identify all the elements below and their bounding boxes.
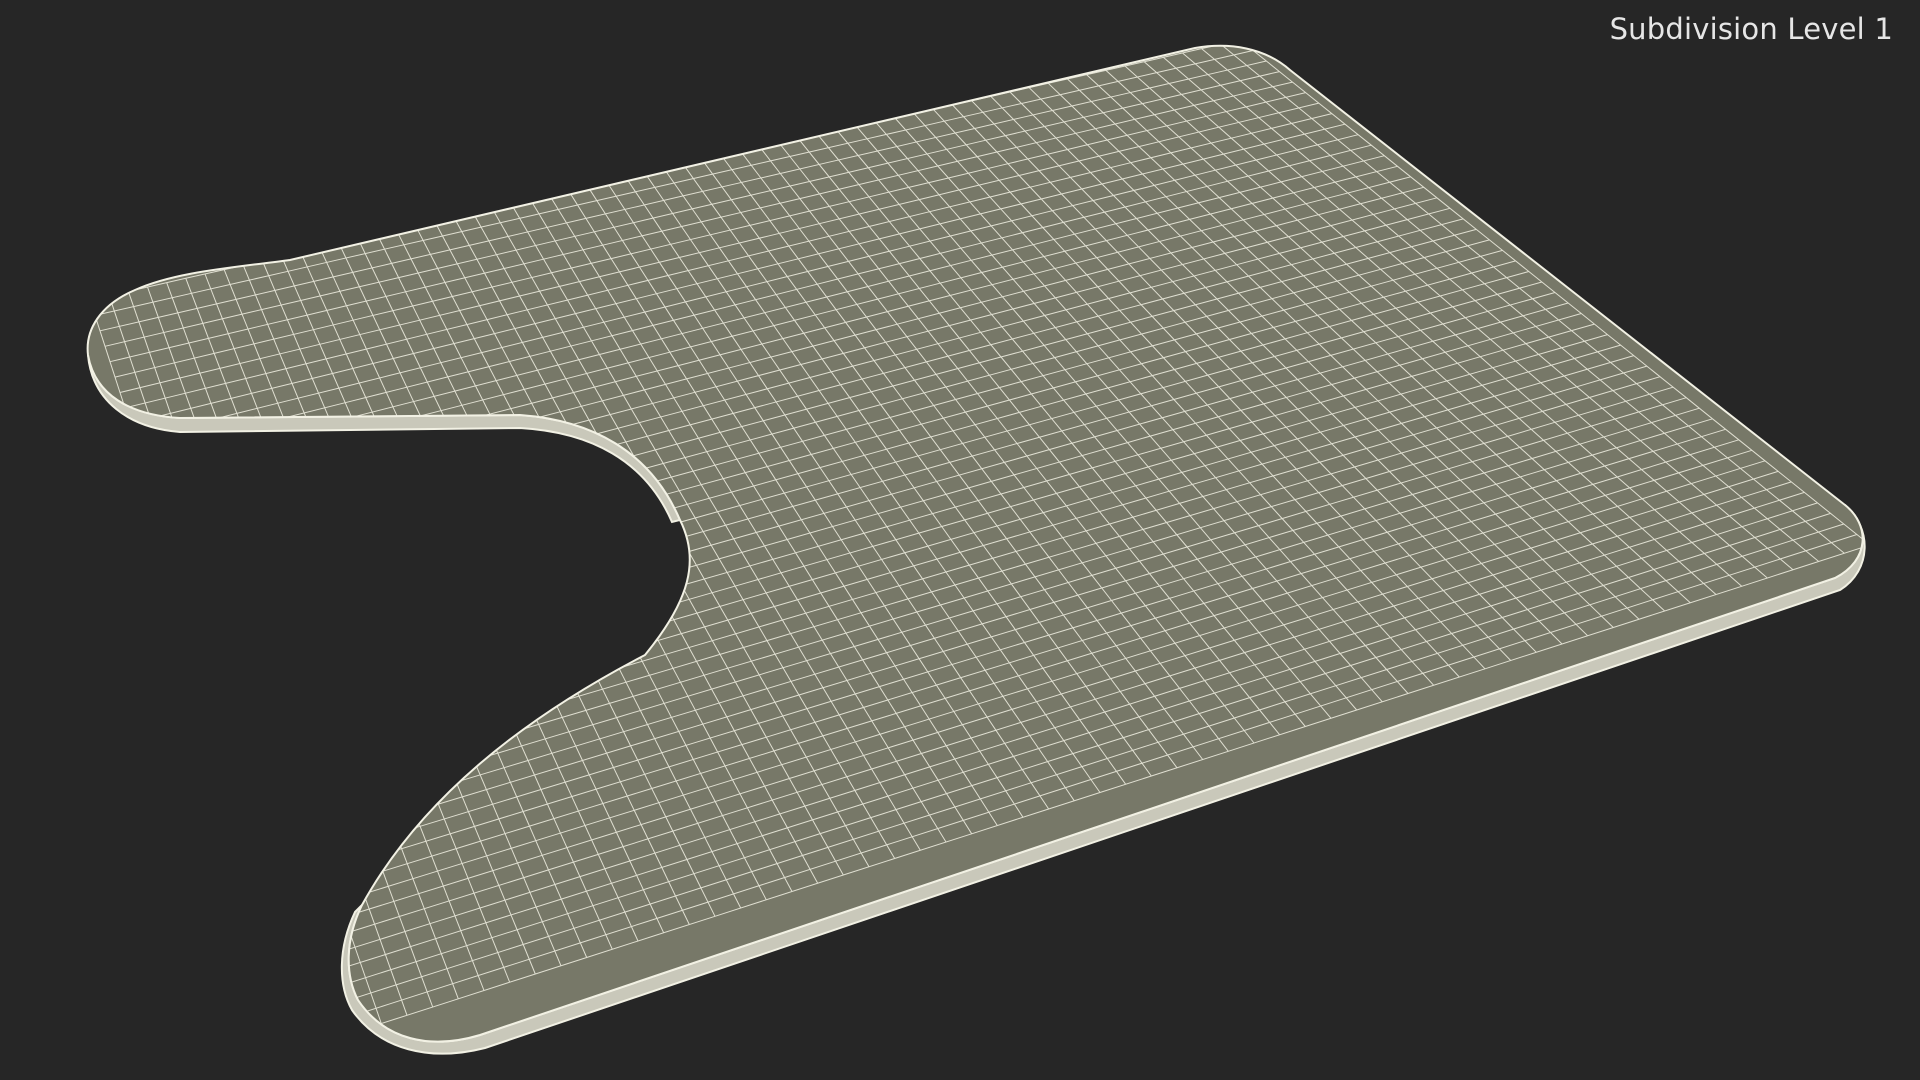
mat-top-face (86, 44, 1864, 1043)
wireframe-mesh (86, 44, 1866, 1055)
render-viewport: Subdivision Level 1 (0, 0, 1920, 1080)
subdivision-level-label: Subdivision Level 1 (1609, 12, 1893, 46)
